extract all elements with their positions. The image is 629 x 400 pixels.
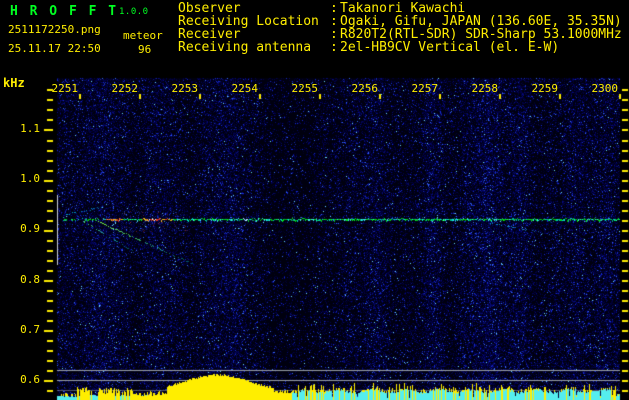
freq-tick-label-0.6: 0.6 [20, 373, 40, 386]
hrofft-window: H R O F F T 1.0.0 2511172250.png meteor … [0, 0, 629, 400]
app-title: H R O F F T [10, 4, 119, 19]
time-tick-label-2255: 2255 [291, 82, 319, 95]
freq-tick-label-1.0: 1.0 [20, 172, 40, 185]
freq-tick-label-0.8: 0.8 [20, 273, 40, 286]
hourly-count: 96 [138, 43, 152, 56]
freq-tick-label-0.9: 0.9 [20, 222, 40, 235]
info-separator: : [330, 40, 338, 55]
time-tick-label-2259: 2259 [531, 82, 559, 95]
spectrogram-canvas [0, 0, 629, 400]
freq-tick-label-1.1: 1.1 [20, 122, 40, 135]
time-tick-label-2257: 2257 [411, 82, 439, 95]
filename-label: 2511172250.png [8, 23, 101, 36]
freq-unit-label: kHz [3, 76, 25, 90]
info-label: Receiving antenna [178, 40, 312, 55]
time-tick-label-2258: 2258 [471, 82, 499, 95]
info-row-antenna: Receiving antenna:2el-HB9CV Vertical (el… [178, 41, 622, 54]
time-tick-label-2300: 2300 [591, 82, 619, 95]
datetime-label: 25.11.17 22:50 [8, 42, 101, 55]
app-version: 1.0.0 [119, 7, 149, 17]
freq-tick-label-0.7: 0.7 [20, 323, 40, 336]
time-tick-label-2253: 2253 [171, 82, 199, 95]
time-tick-label-2251: 2251 [51, 82, 79, 95]
station-info: Observer: Takanori Kawachi Receiving Loca… [178, 2, 622, 54]
time-tick-label-2252: 2252 [111, 82, 139, 95]
info-value: 2el-HB9CV Vertical (el. E-W) [340, 40, 560, 55]
time-tick-label-2254: 2254 [231, 82, 259, 95]
mode-label: meteor [123, 29, 163, 42]
time-tick-label-2256: 2256 [351, 82, 379, 95]
